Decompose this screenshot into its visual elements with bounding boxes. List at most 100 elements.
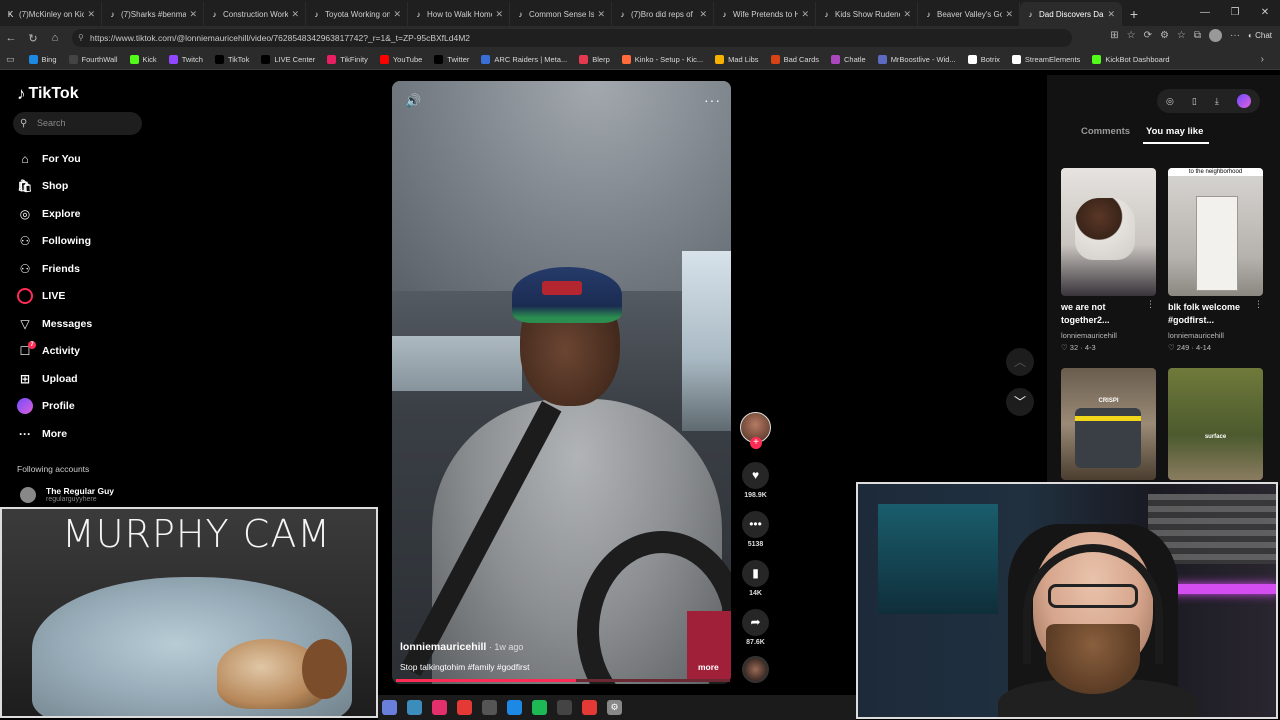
- sidebar-item-friends[interactable]: ⚇ Friends: [17, 259, 80, 279]
- reload-icon[interactable]: ↻: [22, 32, 44, 45]
- close-tab-icon[interactable]: ✕: [87, 9, 95, 20]
- close-tab-icon[interactable]: ✕: [903, 9, 911, 20]
- browser-profile-avatar[interactable]: [1209, 29, 1223, 42]
- close-tab-icon[interactable]: ✕: [495, 9, 503, 20]
- suggested-video-author[interactable]: lonniemauricehill: [1168, 331, 1224, 340]
- copilot-chat-button[interactable]: ◐ Chat: [1248, 31, 1272, 40]
- app-icon-6[interactable]: [557, 700, 572, 715]
- bookmark-item[interactable]: ARC Raiders | Meta...: [481, 55, 567, 64]
- sidebar-item-for-you[interactable]: ⌂ For You: [17, 149, 80, 169]
- app-icon-3[interactable]: [457, 700, 472, 715]
- volume-icon[interactable]: 🔊: [405, 93, 421, 109]
- bookmark-item[interactable]: Mad Libs: [715, 55, 759, 64]
- bookmark-item[interactable]: KickBot Dashboard: [1092, 55, 1170, 64]
- suggested-video-thumbnail[interactable]: CRISPI: [1061, 368, 1156, 480]
- favorites-folder-icon[interactable]: ▭: [6, 54, 15, 65]
- app-icon-2[interactable]: [407, 700, 422, 715]
- minimize-icon[interactable]: —: [1190, 0, 1220, 26]
- close-tab-icon[interactable]: ✕: [1107, 9, 1115, 20]
- app-icon-7[interactable]: [582, 700, 597, 715]
- suggested-video-thumbnail[interactable]: to the neighborhood: [1168, 168, 1263, 296]
- tab-comments[interactable]: Comments: [1081, 126, 1130, 137]
- new-tab-button[interactable]: +: [1122, 2, 1146, 26]
- favorite-star-icon[interactable]: ☆: [1127, 30, 1136, 41]
- refresh-extension-icon[interactable]: ⟳: [1144, 30, 1152, 41]
- suggested-video-title[interactable]: we are not together2...: [1061, 301, 1151, 327]
- device-icon[interactable]: ▯: [1192, 96, 1197, 107]
- close-tab-icon[interactable]: ✕: [597, 9, 605, 20]
- video-progress-bar[interactable]: [396, 679, 730, 682]
- search-input[interactable]: ⚲ Search: [13, 112, 142, 135]
- save-button[interactable]: ▮ 14K: [740, 560, 771, 597]
- bookmark-item[interactable]: StreamElements: [1011, 55, 1080, 64]
- close-tab-icon[interactable]: ✕: [291, 9, 299, 20]
- browser-tab[interactable]: ♪ Dad Discovers Daug✕: [1020, 2, 1122, 26]
- tab-you-may-like[interactable]: You may like: [1146, 126, 1203, 137]
- close-tab-icon[interactable]: ✕: [699, 9, 707, 20]
- extensions-icon[interactable]: ⚙: [1160, 30, 1169, 41]
- app-icon-4[interactable]: [482, 700, 497, 715]
- browser-tab[interactable]: ♪ (7)Bro did reps of ✕: [612, 2, 714, 26]
- next-video-button[interactable]: ﹀: [1006, 388, 1034, 416]
- bookmark-item[interactable]: TikTok: [214, 55, 249, 64]
- app-icon-1[interactable]: [382, 700, 397, 715]
- collections-icon[interactable]: ⧉: [1194, 30, 1201, 41]
- close-tab-icon[interactable]: ✕: [1005, 9, 1013, 20]
- bookmark-item[interactable]: LIVE Center: [261, 55, 315, 64]
- maximize-icon[interactable]: ❐: [1220, 0, 1250, 26]
- like-button[interactable]: ♥ 198.9K: [740, 462, 771, 499]
- close-window-icon[interactable]: ✕: [1250, 0, 1280, 26]
- browser-menu-icon[interactable]: ···: [1230, 30, 1240, 41]
- sidebar-item-profile[interactable]: Profile: [17, 396, 75, 416]
- bookmark-item[interactable]: Kinko - Setup - Kic...: [621, 55, 703, 64]
- back-icon[interactable]: ←: [0, 32, 22, 44]
- browser-tab[interactable]: ♪ (7)Sharks #benmati ✕: [102, 2, 204, 26]
- browser-tab[interactable]: ♪ Toyota Working on ✕: [306, 2, 408, 26]
- compass-icon[interactable]: ◎: [1166, 96, 1174, 107]
- follow-plus-icon[interactable]: +: [750, 437, 762, 449]
- close-tab-icon[interactable]: ✕: [393, 9, 401, 20]
- read-mode-icon[interactable]: ⊞: [1110, 30, 1118, 41]
- spotify-icon[interactable]: [532, 700, 547, 715]
- instagram-icon[interactable]: [432, 700, 447, 715]
- previous-video-button[interactable]: ︿: [1006, 348, 1034, 376]
- settings-icon[interactable]: ⚙: [607, 700, 622, 715]
- download-icon[interactable]: ⤓: [1215, 96, 1219, 107]
- bookmark-item[interactable]: FourthWall: [68, 55, 118, 64]
- description-more-button[interactable]: more: [698, 662, 719, 672]
- sidebar-item-upload[interactable]: ⊞ Upload: [17, 369, 78, 389]
- sidebar-item-explore[interactable]: ◎ Explore: [17, 204, 81, 224]
- comment-button[interactable]: ••• 5138: [740, 511, 771, 548]
- browser-tab[interactable]: ♪ Construction Work ✕: [204, 2, 306, 26]
- bookmark-item[interactable]: Kick: [129, 55, 157, 64]
- browser-tab[interactable]: K (7)McKinley on Kick ✕: [0, 2, 102, 26]
- video-player[interactable]: [392, 81, 731, 684]
- bookmark-item[interactable]: YouTube: [379, 55, 422, 64]
- suggested-video-thumbnail[interactable]: surface: [1168, 368, 1263, 480]
- sidebar-item-following[interactable]: ⚇ Following: [17, 231, 91, 251]
- suggested-video-thumbnail[interactable]: [1061, 168, 1156, 296]
- favorites-icon[interactable]: ☆: [1177, 30, 1186, 41]
- video-author[interactable]: lonniemauricehill · 1w ago: [400, 641, 523, 653]
- following-account-item[interactable]: The Regular Guy regularguyyhere: [20, 486, 114, 503]
- video-more-icon[interactable]: ···: [704, 92, 721, 108]
- bookmark-item[interactable]: Twitter: [434, 55, 469, 64]
- bookmark-item[interactable]: TikFinity: [327, 55, 368, 64]
- sidebar-item-activity[interactable]: ☐ 7 Activity: [17, 341, 80, 361]
- sidebar-item-live[interactable]: LIVE: [17, 286, 65, 306]
- bookmark-item[interactable]: Chatle: [831, 55, 866, 64]
- close-tab-icon[interactable]: ✕: [801, 9, 809, 20]
- bookmark-item[interactable]: Bad Cards: [770, 55, 819, 64]
- bookmark-item[interactable]: Bing: [28, 55, 57, 64]
- browser-tab[interactable]: ♪ Wife Pretends to H ✕: [714, 2, 816, 26]
- sidebar-item-shop[interactable]: 🛍 Shop: [17, 176, 68, 196]
- user-avatar[interactable]: [1236, 94, 1251, 108]
- music-disc-icon[interactable]: [742, 656, 769, 683]
- bookmark-item[interactable]: Twitch: [168, 55, 203, 64]
- browser-tab[interactable]: ♪ Kids Show Rudene ✕: [816, 2, 918, 26]
- app-icon-5[interactable]: [507, 700, 522, 715]
- close-tab-icon[interactable]: ✕: [189, 9, 197, 20]
- browser-tab[interactable]: ♪ How to Walk Home ✕: [408, 2, 510, 26]
- site-info-icon[interactable]: ⚲: [78, 29, 84, 47]
- sidebar-item-messages[interactable]: ▽ Messages: [17, 314, 92, 334]
